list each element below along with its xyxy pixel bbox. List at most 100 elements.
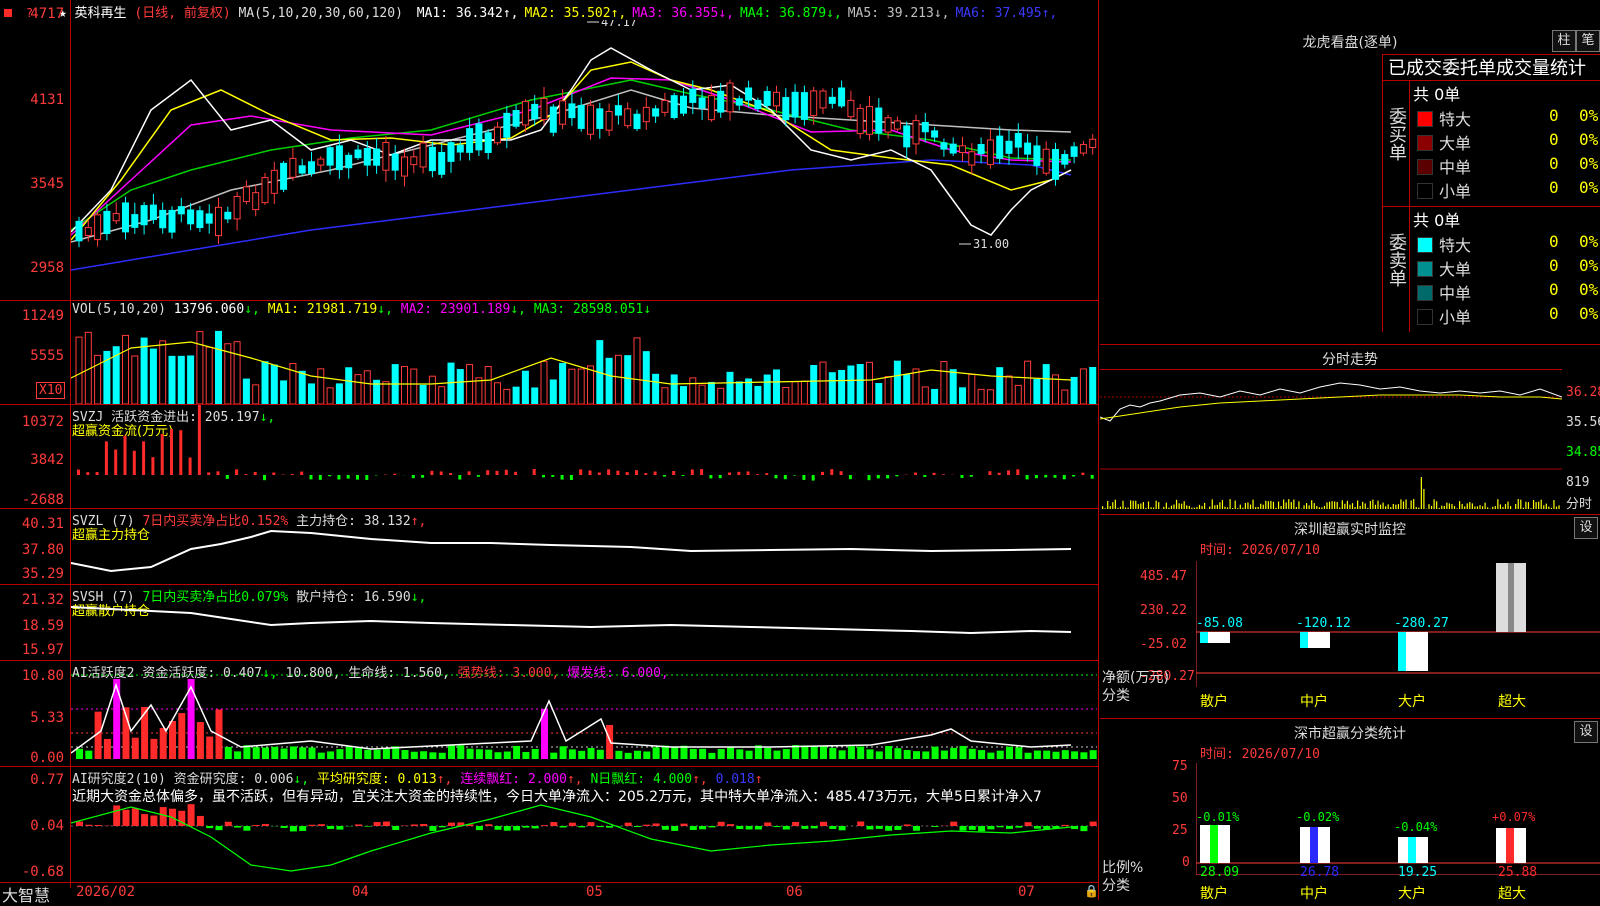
stats-axis-4: 0	[1182, 855, 1190, 870]
buy-percent: 0%	[1579, 178, 1598, 197]
sell-count: 0	[1549, 304, 1559, 323]
sell-category: 大单	[1439, 256, 1471, 280]
stats-cat-4: 超大	[1498, 883, 1526, 903]
order-stats-title: 已成交委托单成交量统计	[1388, 54, 1586, 80]
sell-row: 特大00%	[1409, 232, 1600, 256]
vol-unit: X10	[36, 382, 65, 399]
stock-name: 英科再生	[75, 6, 127, 21]
stats-val-1: 28.09	[1200, 865, 1239, 880]
sell-category: 特大	[1439, 232, 1471, 256]
buy-rows: 特大00%大单00%中单00%小单00%	[1409, 106, 1600, 206]
sz-monitor-section: 深圳超赢实时监控 设 时间: 2026/07/10 485.47 230.22 …	[1100, 514, 1600, 715]
lock-icon: 🔒	[1084, 884, 1099, 898]
price-axis-3: 3545	[8, 176, 64, 192]
high-label: 47.17	[601, 20, 637, 29]
vol-ma3: MA3: 28598.051	[534, 302, 644, 317]
svzl-chart	[71, 509, 1097, 584]
date-5: 07	[1018, 884, 1035, 900]
intraday-price-2: 35.56	[1566, 415, 1600, 430]
stats-cat-3: 大户	[1398, 883, 1426, 903]
btn-tick[interactable]: 笔	[1576, 30, 1600, 52]
buy-percent: 0%	[1579, 130, 1598, 149]
buy-count: 0	[1549, 154, 1559, 173]
vol-ma1: MA1: 21981.719	[268, 302, 378, 317]
svsh-axis-2: 18.59	[8, 618, 64, 634]
svzj-axis-1: 10372	[8, 414, 64, 430]
stats-val-3: 19.25	[1398, 865, 1437, 880]
sz-monitor-chart: -85.08 -120.12 -280.27 485.47	[1196, 561, 1600, 687]
intraday-vol: 819	[1566, 475, 1589, 490]
date-axis: 大智慧 2026/02 04 05 06 07 🔒	[0, 884, 1098, 900]
buy-category: 大单	[1439, 130, 1471, 154]
sell-category: 中单	[1439, 280, 1471, 304]
intraday-price-1: 36.28	[1566, 385, 1600, 400]
sz-monitor-time: 时间: 2026/07/10	[1200, 539, 1320, 558]
sell-percent: 0%	[1579, 256, 1598, 275]
svsh-axis-3: 15.97	[8, 642, 64, 658]
date-1: 2026/02	[76, 884, 135, 900]
svzj-axis-2: 3842	[8, 452, 64, 468]
sz-stats-section: 深市超赢分类统计 设 时间: 2026/07/10 75 50 25 0 比例%…	[1100, 718, 1600, 901]
vol-axis-2: 5555	[8, 348, 64, 364]
sell-row: 中单00%	[1409, 280, 1600, 304]
buy-category: 小单	[1439, 178, 1471, 202]
stats-val-4: 25.88	[1498, 865, 1537, 880]
main-chart-area[interactable]: ? ★ 英科再生 (日线, 前复权) MA(5,10,20,30,60,120)…	[0, 0, 1100, 900]
svg-text:+0.07%: +0.07%	[1492, 810, 1536, 824]
ma-value-4: MA4: 36.879↓,	[740, 6, 842, 21]
chart-right-border	[1098, 0, 1099, 900]
svg-text:-0.04%: -0.04%	[1394, 820, 1438, 834]
svzj-axis-3: -2688	[8, 492, 64, 508]
sz-monitor-title: 深圳超赢实时监控	[1100, 519, 1600, 539]
price-axis-4: 2958	[8, 260, 64, 276]
vol-axis-1: 11249	[8, 308, 64, 324]
intraday-price-3: 34.85	[1566, 445, 1600, 460]
svsh-chart	[71, 585, 1097, 660]
svg-text:485.47: 485.47	[1492, 561, 1539, 565]
sell-row: 大单00%	[1409, 256, 1600, 280]
ma-value-6: MA6: 37.495↑,	[955, 6, 1057, 21]
buy-category: 特大	[1439, 106, 1471, 130]
price-axis-1: 4717	[8, 6, 64, 22]
ma-label: MA(5,10,20,30,60,120)	[239, 6, 403, 21]
sell-percent: 0%	[1579, 280, 1598, 299]
btn-bar[interactable]: 柱	[1552, 30, 1576, 52]
sz-monitor-settings-button[interactable]: 设	[1574, 517, 1598, 539]
stats-ylabel: 比例%	[1102, 857, 1143, 877]
intraday-unit: 分时	[1566, 493, 1592, 512]
aiact-axis-1: 10.80	[8, 668, 64, 684]
sz-stats-time: 时间: 2026/07/10	[1200, 743, 1320, 762]
sell-total: 共 0单	[1413, 207, 1460, 231]
aiact-axis-2: 5.33	[8, 710, 64, 726]
svg-text:-120.12: -120.12	[1296, 616, 1351, 631]
buy-label: 委买单	[1383, 81, 1410, 206]
ma-value-3: MA3: 36.355↓,	[632, 6, 734, 21]
ma-value-5: MA5: 39.213↓,	[848, 6, 950, 21]
svg-text:-280.27: -280.27	[1394, 616, 1449, 631]
buy-color-swatch	[1417, 159, 1433, 175]
svg-text:-0.02%: -0.02%	[1296, 810, 1340, 824]
sell-percent: 0%	[1579, 232, 1598, 251]
aiact-axis-3: 0.00	[8, 750, 64, 766]
svzl-axis-2: 37.80	[8, 542, 64, 558]
date-3: 05	[586, 884, 603, 900]
sz-stats-settings-button[interactable]: 设	[1574, 721, 1598, 743]
sz-axis-1: 485.47	[1140, 569, 1187, 584]
sell-color-swatch	[1417, 309, 1433, 325]
sz-stats-title: 深市超赢分类统计	[1100, 723, 1600, 743]
stats-xlabel: 分类	[1102, 875, 1130, 895]
price-axis-2: 4131	[8, 92, 64, 108]
buy-category: 中单	[1439, 154, 1471, 178]
buy-percent: 0%	[1579, 106, 1598, 125]
aires-chart	[71, 767, 1097, 882]
buy-total: 共 0单	[1413, 81, 1460, 105]
svg-text:-0.01%: -0.01%	[1196, 810, 1240, 824]
svg-text:-85.08: -85.08	[1196, 616, 1243, 631]
vol-chart	[71, 318, 1097, 404]
vol-ma2: MA2: 23901.189	[401, 302, 511, 317]
sell-percent: 0%	[1579, 304, 1598, 323]
vol-value: 13796.060	[174, 302, 244, 317]
stock-mode: (日线, 前复权)	[134, 6, 230, 21]
price-chart[interactable]: 47.17 31.00	[71, 20, 1097, 298]
buy-color-swatch	[1417, 183, 1433, 199]
